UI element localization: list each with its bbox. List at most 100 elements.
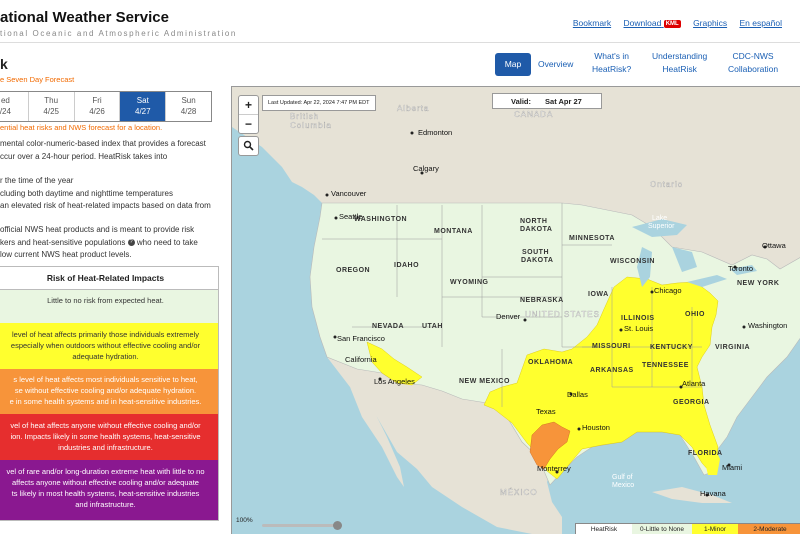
state-label-nm: NEW MEXICO	[459, 378, 510, 385]
graphics-link[interactable]: Graphics	[693, 18, 727, 28]
state-label-ga: GEORGIA	[673, 399, 710, 406]
city-edmonton: Edmonton	[418, 128, 452, 137]
description-line: r the time of the year	[0, 176, 74, 185]
tab-label: What's in	[594, 51, 629, 61]
tab-label: HeatRisk	[662, 64, 697, 74]
tab-cdc-nws-collaboration[interactable]: CDC-NWS Collaboration	[728, 50, 778, 76]
risk-level-4-row: vel of rare and/or long-duration extreme…	[0, 460, 218, 520]
bc-label-2: Columbia	[290, 121, 332, 130]
day-tab-fri[interactable]: Fri 4/26	[75, 92, 121, 121]
risk-table-header: Risk of Heat-Related Impacts	[0, 267, 218, 290]
tab-understanding-heatrisk[interactable]: Understanding HeatRisk	[652, 50, 707, 76]
city-san-francisco: San Francisco	[337, 334, 385, 343]
day-selector: ed/24 Thu 4/25 Fri 4/26 Sat 4/27 Sun 4/28	[0, 91, 212, 122]
description-line: ccur over a 24-hour period. HeatRisk tak…	[0, 151, 168, 161]
state-label-id: IDAHO	[394, 262, 419, 269]
state-label-sd-1: SOUTH	[522, 249, 549, 256]
ontario-label: Ontario	[650, 180, 683, 189]
state-label-ky: KENTUCKY	[650, 344, 693, 351]
tab-label: HeatRisk?	[592, 64, 632, 74]
tab-overview[interactable]: Overview	[538, 58, 573, 71]
site-title[interactable]: ational Weather Service	[0, 9, 169, 26]
risk-text: s level of heat affects most individuals…	[13, 375, 198, 384]
state-label-sd-2: DAKOTA	[521, 257, 553, 264]
city-toronto: Toronto	[728, 264, 753, 273]
site-subtitle: tional Oceanic and Atmospheric Administr…	[0, 29, 237, 38]
opacity-slider-handle[interactable]	[333, 521, 342, 530]
download-kml-link[interactable]: Download KML	[624, 18, 681, 28]
city-seattle: Seattle	[339, 212, 362, 221]
description-part1: mental color-numeric-based index that pr…	[0, 138, 222, 163]
map-legend: HeatRisk 0-Little to None 1-Minor 2-Mode…	[575, 523, 800, 534]
gulf-label-1: Gulf of	[612, 474, 633, 481]
opacity-slider[interactable]	[262, 521, 342, 530]
valid-label: Valid:	[511, 97, 532, 106]
map-canvas[interactable]: Alberta British Columbia CANADA Ontario …	[232, 87, 800, 534]
state-label-mo: MISSOURI	[592, 343, 631, 350]
state-label-fl: FLORIDA	[688, 450, 723, 457]
description-part3: official NWS heat products and is meant …	[0, 224, 222, 262]
day-name: Fri	[92, 96, 102, 105]
state-label-ut: UTAH	[422, 323, 443, 330]
risk-level-3-row: vel of heat affects anyone without effec…	[0, 414, 218, 460]
tab-map[interactable]: Map	[495, 53, 531, 76]
day-name: ed	[0, 96, 10, 105]
risk-level-1-row: level of heat affects primarily those in…	[0, 323, 218, 369]
description-text: who need to take	[136, 237, 198, 247]
valid-date: Valid: Sat Apr 27	[492, 93, 602, 109]
state-label-or: OREGON	[336, 267, 370, 274]
risk-text: vel of rare and/or long-duration extreme…	[6, 467, 205, 476]
day-date: 4/25	[43, 107, 59, 116]
state-label-mn: MINNESOTA	[569, 235, 615, 242]
state-label-nd-2: DAKOTA	[520, 226, 552, 233]
day-tab-sun[interactable]: Sun 4/28	[166, 92, 211, 121]
spanish-link[interactable]: En español	[739, 18, 782, 28]
state-label-il: ILLINOIS	[621, 315, 655, 322]
lake-label-2: Superior	[648, 223, 675, 230]
day-tab-thu[interactable]: Thu 4/25	[29, 92, 75, 121]
bc-label-1: British	[290, 112, 319, 121]
day-tab-wed[interactable]: ed/24	[0, 92, 29, 121]
risk-text: vel of heat affects anyone without effec…	[10, 421, 201, 430]
header-links: Bookmark Download KML Graphics En españo…	[563, 18, 782, 28]
day-tab-sat[interactable]: Sat 4/27	[120, 92, 167, 121]
tab-whats-in-heatrisk[interactable]: What's in HeatRisk?	[592, 50, 631, 76]
description-text: kers and heat-sensitive populations	[0, 237, 126, 247]
day-name: Thu	[44, 96, 59, 105]
day-date: 4/27	[135, 107, 151, 116]
heatrisk-map[interactable]: Alberta British Columbia CANADA Ontario …	[231, 86, 800, 534]
description-line: low current NWS heat product levels.	[0, 250, 132, 259]
day-date: 4/26	[89, 107, 105, 116]
state-label-wy: WYOMING	[450, 279, 489, 286]
city-atlanta: Atlanta	[682, 379, 706, 388]
tab-label: CDC-NWS	[732, 51, 774, 61]
location-note: ential heat risks and NWS forecast for a…	[0, 123, 163, 132]
bookmark-link[interactable]: Bookmark	[573, 18, 611, 28]
city-los-angeles: Los Angeles	[374, 377, 415, 386]
us-label: UNITED STATES	[525, 310, 600, 319]
search-location-button[interactable]	[238, 136, 259, 156]
zoom-out-button[interactable]: −	[239, 115, 258, 133]
help-icon[interactable]: ?	[127, 238, 135, 246]
risk-text: affects anyone without effective cooling…	[12, 478, 199, 487]
city-chicago: Chicago	[654, 286, 682, 295]
description-line: kers and heat-sensitive populations ? wh…	[0, 237, 222, 250]
city-ottawa: Ottawa	[762, 241, 787, 250]
tab-label: Understanding	[652, 51, 708, 61]
zoom-in-button[interactable]: +	[239, 96, 258, 115]
risk-table: Risk of Heat-Related Impacts Little to n…	[0, 266, 219, 521]
risk-text: se without effective cooling and/or adeq…	[14, 386, 197, 395]
state-label-oh: OHIO	[685, 311, 705, 318]
city-washington: Washington	[748, 321, 787, 330]
risk-level-0-row: Little to no risk from expected heat.	[0, 290, 218, 323]
state-label-tn: TENNESSEE	[642, 362, 689, 369]
last-updated: Last Updated: Apr 22, 2024 7:47 PM EDT	[262, 95, 376, 111]
description-line: an elevated risk of heat-related impacts…	[0, 201, 211, 210]
state-label-ca: California	[345, 355, 378, 364]
mexico-label: MÉXICO	[500, 488, 538, 497]
kml-badge[interactable]: KML	[663, 19, 681, 28]
download-link-label[interactable]: Download	[624, 18, 662, 28]
description-line: cluding both daytime and nighttime tempe…	[0, 188, 173, 198]
site-header: ational Weather Service tional Oceanic a…	[0, 0, 800, 43]
city-houston: Houston	[582, 423, 610, 432]
